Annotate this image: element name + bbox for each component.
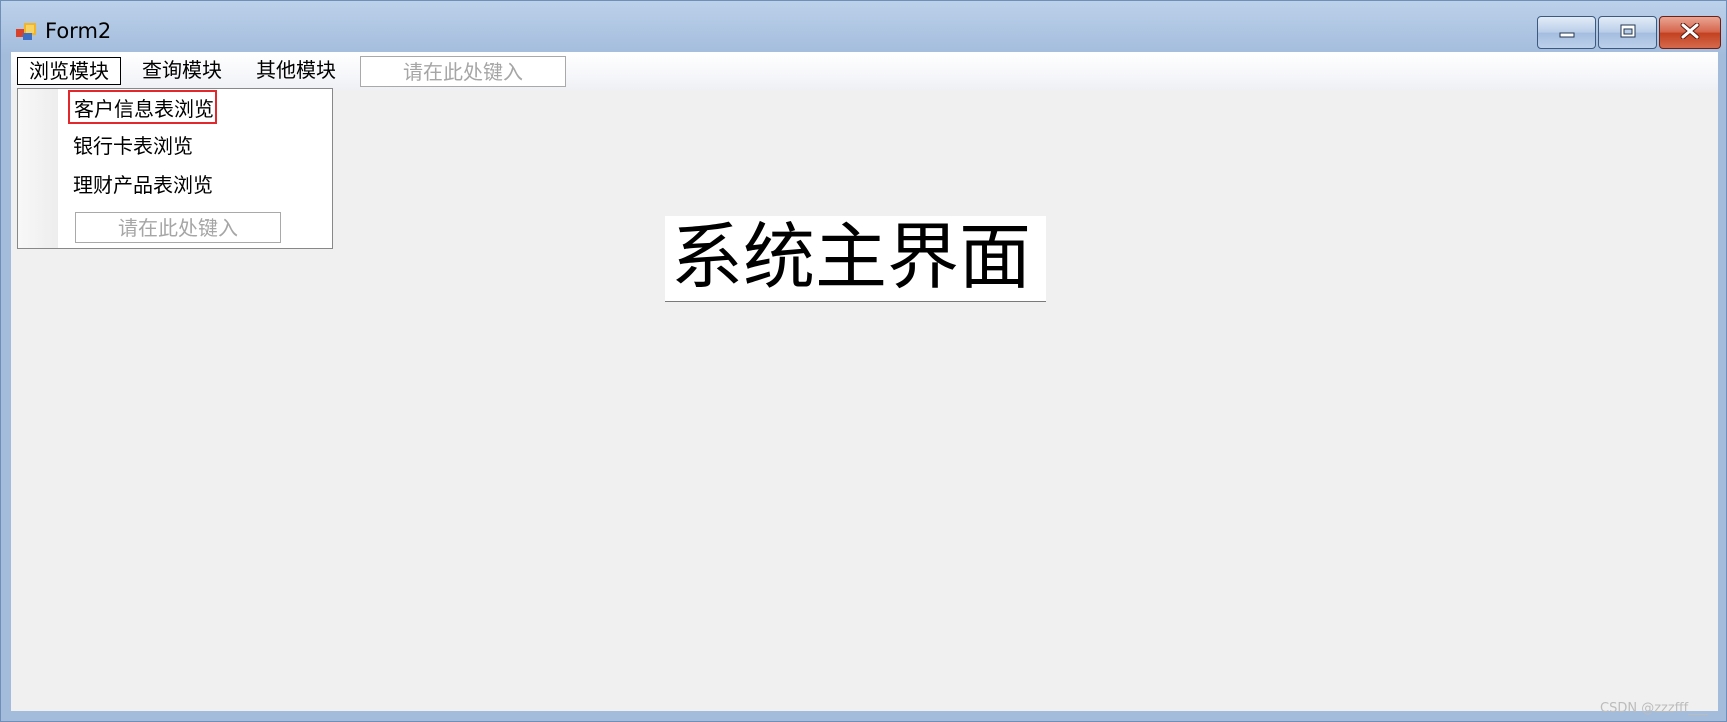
dropdown-item-customer-info-browse[interactable]: 客户信息表浏览 bbox=[68, 90, 217, 124]
menu-browse-module[interactable]: 浏览模块 bbox=[17, 57, 121, 85]
window-title: Form2 bbox=[45, 19, 112, 43]
app-window: Form2 浏览模块 查询模块 其他模块 请在此处键入 客户信息表浏览 银行卡表… bbox=[0, 0, 1727, 722]
title-bar[interactable]: Form2 bbox=[1, 1, 1726, 51]
menu-other-module[interactable]: 其他模块 bbox=[245, 57, 347, 85]
minimize-icon bbox=[1559, 23, 1575, 42]
dropdown-image-margin bbox=[18, 89, 58, 248]
menu-strip: 浏览模块 查询模块 其他模块 bbox=[11, 52, 1718, 90]
maximize-icon bbox=[1620, 23, 1636, 42]
minimize-button[interactable] bbox=[1537, 16, 1596, 49]
browse-module-dropdown: 客户信息表浏览 银行卡表浏览 理财产品表浏览 bbox=[17, 88, 333, 249]
form-app-icon bbox=[16, 21, 38, 41]
dropdown-type-here-input[interactable] bbox=[75, 212, 281, 243]
maximize-button[interactable] bbox=[1598, 16, 1657, 49]
close-button[interactable] bbox=[1659, 16, 1721, 49]
main-heading-label: 系统主界面 bbox=[665, 216, 1046, 302]
menu-type-here-input[interactable] bbox=[360, 56, 566, 87]
dropdown-item-wealth-product-browse[interactable]: 理财产品表浏览 bbox=[73, 168, 213, 202]
close-icon bbox=[1680, 22, 1700, 43]
dropdown-item-bank-card-browse[interactable]: 银行卡表浏览 bbox=[73, 129, 193, 163]
client-area: 浏览模块 查询模块 其他模块 客户信息表浏览 银行卡表浏览 理财产品表浏览 系统… bbox=[11, 52, 1718, 711]
menu-query-module[interactable]: 查询模块 bbox=[131, 57, 233, 85]
watermark-text: CSDN @zzzfff___ bbox=[1600, 701, 1708, 716]
